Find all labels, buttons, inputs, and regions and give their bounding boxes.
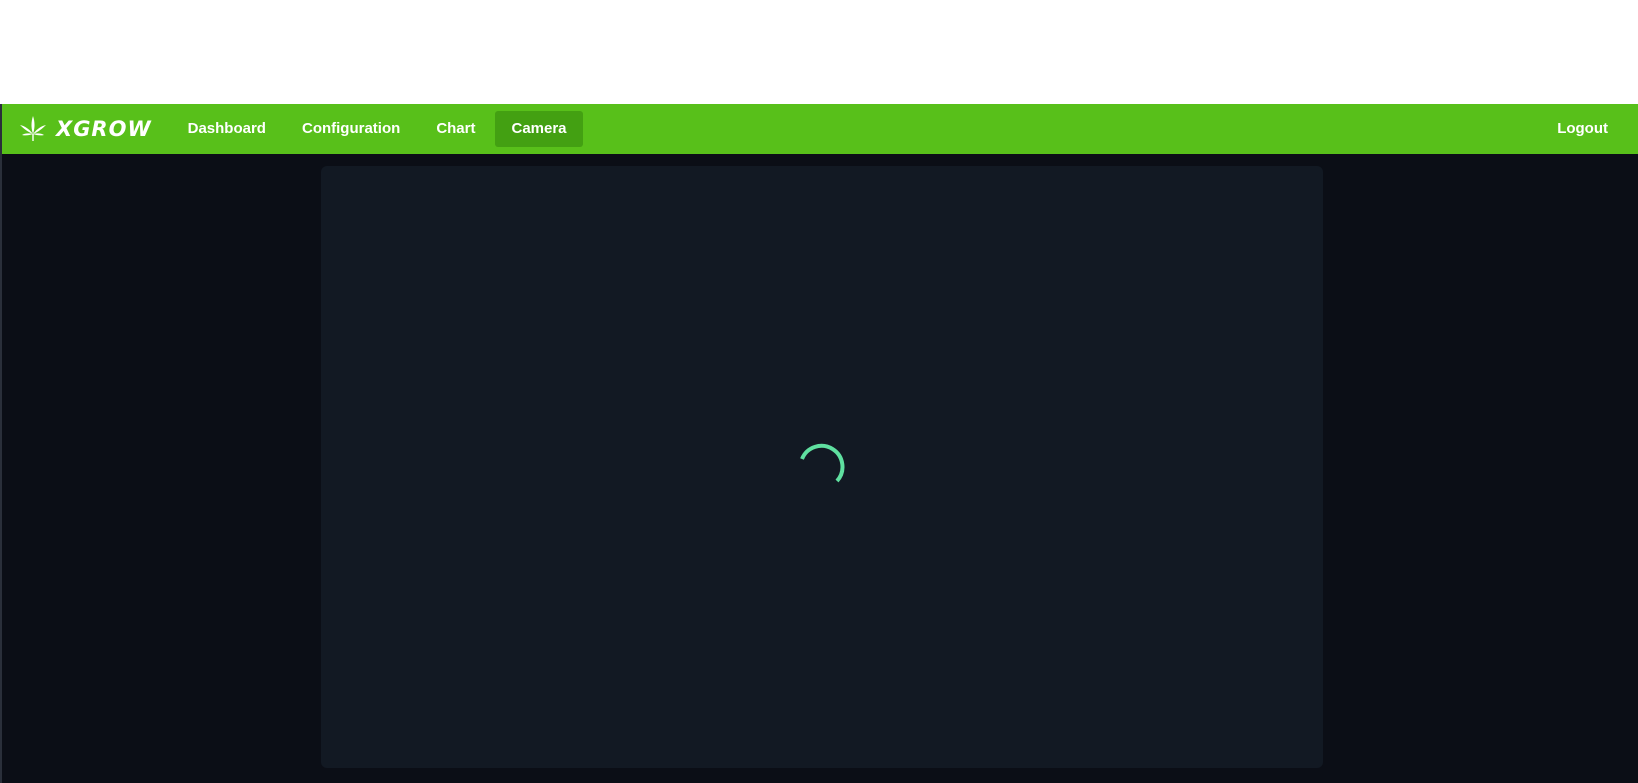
- nav-item-dashboard[interactable]: Dashboard: [172, 111, 282, 147]
- camera-view-panel: [321, 166, 1323, 768]
- logout-button[interactable]: Logout: [1557, 111, 1608, 147]
- blank-top-area: [0, 0, 1638, 104]
- brand-name: XGROW: [56, 117, 152, 141]
- nav-menu: Dashboard Configuration Chart Camera: [172, 104, 587, 154]
- brand-logo-link[interactable]: XGROW: [18, 104, 152, 154]
- nav-item-chart[interactable]: Chart: [420, 111, 491, 147]
- app-container: XGROW Dashboard Configuration Chart Came…: [0, 104, 1638, 783]
- nav-item-configuration[interactable]: Configuration: [286, 111, 416, 147]
- top-navbar: XGROW Dashboard Configuration Chart Came…: [2, 104, 1638, 154]
- loading-spinner-icon: [796, 442, 846, 492]
- cannabis-leaf-icon: [18, 114, 48, 144]
- nav-item-camera[interactable]: Camera: [495, 111, 583, 147]
